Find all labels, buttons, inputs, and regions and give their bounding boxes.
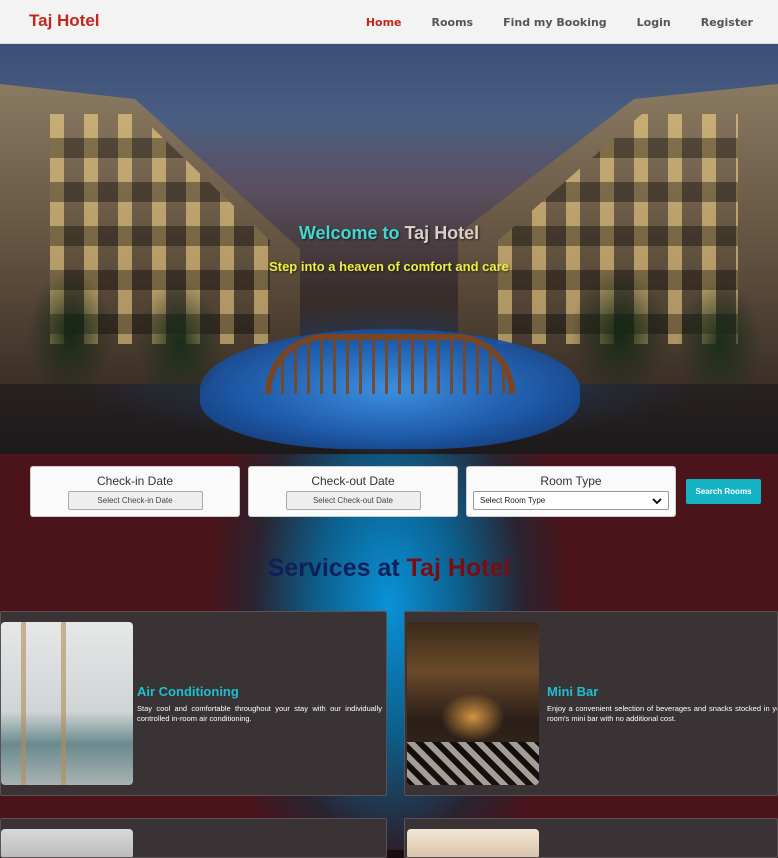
hero-subtitle: Step into a heaven of comfort and care (269, 259, 509, 274)
roomtype-select[interactable]: Select Room Type (473, 491, 669, 510)
hero-banner: Welcome to Taj Hotel Step into a heaven … (0, 44, 778, 454)
main-section: Check-in Date Select Check-in Date Check… (0, 454, 778, 858)
services-title-name: Taj Hotel (406, 554, 511, 582)
roomtype-box: Room Type Select Room Type (466, 466, 676, 517)
service-text-air-conditioning: Stay cool and comfortable throughout you… (137, 704, 382, 723)
services-title-prefix: Services at (267, 554, 400, 582)
service-image-air-conditioning (1, 622, 133, 785)
checkin-label: Check-in Date (96, 474, 174, 488)
service-image-mini-bar (407, 622, 539, 785)
checkout-date-button[interactable]: Select Check-out Date (285, 491, 421, 510)
hero-title-prefix: Welcome to (298, 223, 400, 243)
service-text-mini-bar: Enjoy a convenient selection of beverage… (547, 704, 778, 723)
checkout-label: Check-out Date (311, 474, 395, 488)
checkout-box: Check-out Date Select Check-out Date (248, 466, 458, 517)
nav-links: Home Rooms Find my Booking Login Registe… (361, 0, 778, 44)
hero-title: Welcome to Taj Hotel (0, 223, 778, 244)
chevron-down-icon (652, 497, 662, 504)
services-title: Services at Taj Hotel (0, 554, 778, 583)
roomtype-label: Room Type (540, 474, 602, 488)
nav-register[interactable]: Register (701, 16, 753, 29)
service-card-air-conditioning: Air Conditioning Stay cool and comfortab… (0, 611, 387, 796)
brand-logo[interactable]: Taj Hotel (29, 11, 100, 31)
nav-find-booking[interactable]: Find my Booking (503, 16, 607, 29)
service-title-air-conditioning: Air Conditioning (137, 684, 239, 699)
nav-rooms[interactable]: Rooms (432, 16, 474, 29)
nav-home[interactable]: Home (366, 16, 402, 29)
service-card-partial-1 (0, 818, 387, 858)
service-card-mini-bar: Mini Bar Enjoy a convenient selection of… (404, 611, 778, 796)
hero-title-name: Taj Hotel (404, 223, 480, 243)
roomtype-selected-value: Select Room Type (480, 496, 546, 505)
service-title-mini-bar: Mini Bar (547, 684, 599, 699)
service-card-partial-2 (404, 818, 778, 858)
checkin-date-button[interactable]: Select Check-in Date (67, 491, 203, 510)
service-image-partial-1 (1, 829, 133, 857)
search-rooms-button[interactable]: Search Rooms (686, 479, 761, 504)
nav-login[interactable]: Login (637, 16, 671, 29)
service-image-partial-2 (407, 829, 539, 857)
checkin-box: Check-in Date Select Check-in Date (30, 466, 240, 517)
navbar: Taj Hotel Home Rooms Find my Booking Log… (0, 0, 778, 44)
